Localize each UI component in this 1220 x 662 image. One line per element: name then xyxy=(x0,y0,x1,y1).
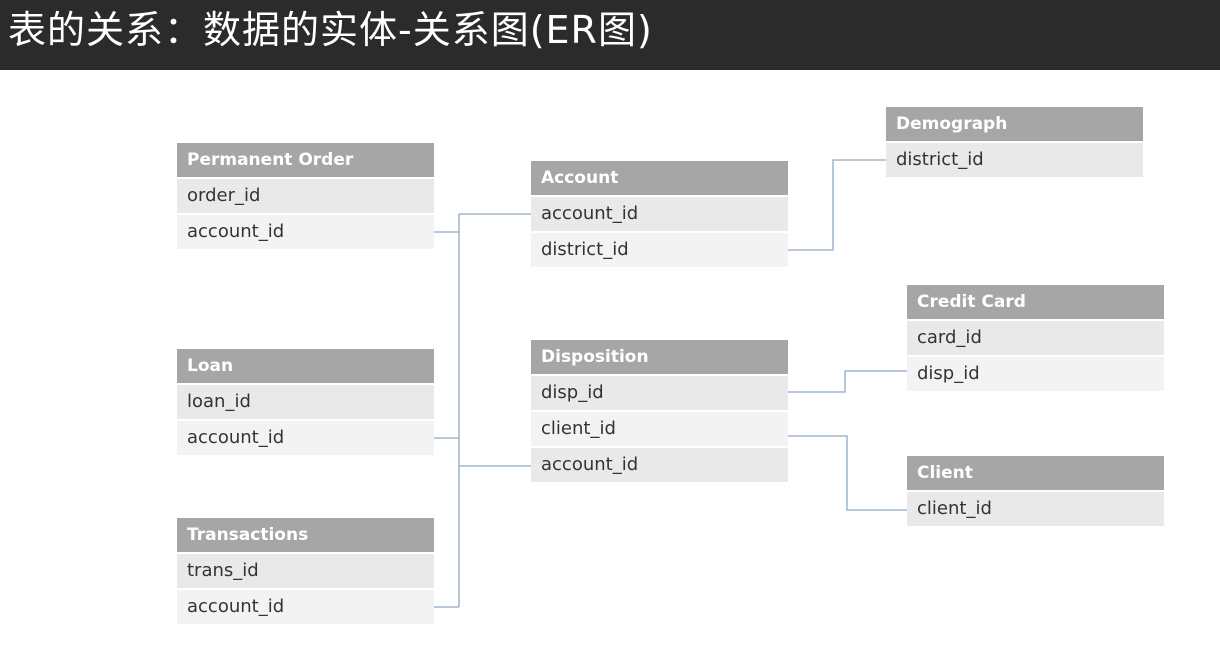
field-disp-id: disp_id xyxy=(907,357,1164,391)
field-account-id: account_id xyxy=(177,215,434,249)
field-account-id: account_id xyxy=(531,448,788,482)
entity-loan: Loan loan_id account_id xyxy=(177,349,434,455)
field-client-id: client_id xyxy=(531,412,788,446)
field-account-id: account_id xyxy=(531,197,788,231)
entity-credit-card: Credit Card card_id disp_id xyxy=(907,285,1164,391)
field-loan-id: loan_id xyxy=(177,385,434,419)
entity-header: Account xyxy=(531,161,788,195)
entity-disposition: Disposition disp_id client_id account_id xyxy=(531,340,788,482)
entity-header: Disposition xyxy=(531,340,788,374)
entity-header: Client xyxy=(907,456,1164,490)
field-disp-id: disp_id xyxy=(531,376,788,410)
field-order-id: order_id xyxy=(177,179,434,213)
entity-header: Demograph xyxy=(886,107,1143,141)
entity-header: Transactions xyxy=(177,518,434,552)
field-account-id: account_id xyxy=(177,421,434,455)
entity-account: Account account_id district_id xyxy=(531,161,788,267)
entity-demograph: Demograph district_id xyxy=(886,107,1143,177)
er-diagram: Permanent Order order_id account_id Loan… xyxy=(0,0,1220,662)
entity-permanent-order: Permanent Order order_id account_id xyxy=(177,143,434,249)
field-card-id: card_id xyxy=(907,321,1164,355)
field-district-id: district_id xyxy=(886,143,1143,177)
entity-header: Credit Card xyxy=(907,285,1164,319)
field-account-id: account_id xyxy=(177,590,434,624)
field-client-id: client_id xyxy=(907,492,1164,526)
field-district-id: district_id xyxy=(531,233,788,267)
entity-transactions: Transactions trans_id account_id xyxy=(177,518,434,624)
field-trans-id: trans_id xyxy=(177,554,434,588)
entity-header: Permanent Order xyxy=(177,143,434,177)
entity-client: Client client_id xyxy=(907,456,1164,526)
entity-header: Loan xyxy=(177,349,434,383)
